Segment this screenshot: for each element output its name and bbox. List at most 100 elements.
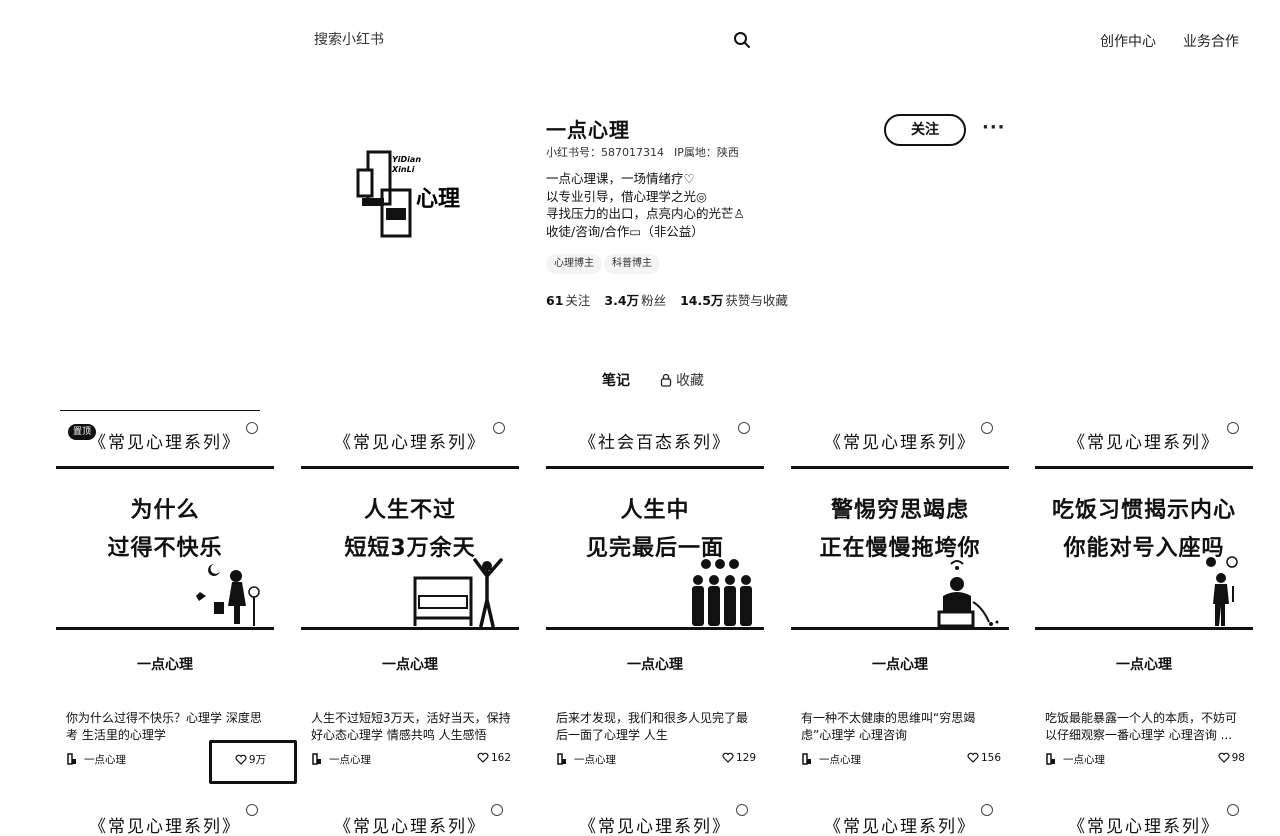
note-title[interactable]: 后来才发现，我们和很多人见完了最后一面了心理学 人生 bbox=[556, 710, 756, 744]
note-author-name: 一点心理 bbox=[819, 754, 861, 766]
author-avatar-icon bbox=[312, 753, 321, 765]
note-card[interactable]: 《常见心理系列》 bbox=[546, 790, 764, 836]
lock-icon bbox=[660, 373, 672, 387]
cover-series-title: 《常见心理系列》 bbox=[824, 817, 976, 836]
note-author[interactable]: 一点心理 bbox=[66, 752, 126, 767]
bio-line: 以专业引导，借心理学之光◎ bbox=[546, 188, 707, 204]
note-author[interactable]: 一点心理 bbox=[801, 752, 861, 767]
note-author[interactable]: 一点心理 bbox=[1045, 752, 1105, 767]
cover-headline-line: 为什么 bbox=[130, 498, 200, 523]
standing-person-illustration-icon bbox=[1206, 556, 1238, 626]
stat-fans-count[interactable]: 3.4万 bbox=[604, 293, 639, 308]
like-count: 156 bbox=[980, 752, 1001, 764]
person-illustration-icon bbox=[196, 564, 260, 626]
note-cover[interactable]: 《社会百态系列》 人生中 见完最后一面 一点心理 bbox=[546, 408, 764, 698]
like-count: 98 bbox=[1231, 752, 1245, 764]
nav-creator-center[interactable]: 创作中心 bbox=[1100, 31, 1156, 51]
circle-icon bbox=[493, 422, 505, 434]
cover-headline-line: 人生中 bbox=[620, 498, 690, 523]
note-author-name: 一点心理 bbox=[84, 754, 126, 766]
like-button[interactable]: 98 bbox=[1218, 752, 1245, 764]
stat-following-count[interactable]: 61 bbox=[546, 293, 563, 308]
cover-brand: 一点心理 bbox=[872, 657, 928, 673]
cover-divider bbox=[1035, 466, 1253, 469]
top-header: 创作中心 业务合作 bbox=[0, 0, 1280, 80]
follow-button[interactable]: 关注 bbox=[884, 114, 966, 146]
note-title[interactable]: 有一种不太健康的思维叫“穷思竭虑”心理学 心理咨询 bbox=[801, 710, 1001, 744]
like-button[interactable]: 129 bbox=[722, 752, 756, 764]
cover-headline-line: 警惕穷思竭虑 bbox=[830, 498, 969, 523]
cover-divider bbox=[56, 627, 274, 630]
note-card[interactable]: 《常见心理系列》 bbox=[791, 790, 1009, 836]
circle-icon bbox=[981, 422, 993, 434]
bio-line: 一点心理课，一场情绪疗♡ bbox=[546, 171, 695, 186]
circle-icon bbox=[491, 804, 503, 816]
like-button[interactable]: 156 bbox=[967, 752, 1001, 764]
heart-icon bbox=[1218, 752, 1230, 763]
note-footer: 一点心理 98 bbox=[1045, 752, 1245, 768]
bed-person-illustration-icon bbox=[413, 558, 503, 628]
cover-headline-line: 吃饭习惯揭示内心 bbox=[1051, 498, 1236, 523]
cover-brand: 一点心理 bbox=[382, 657, 438, 673]
note-title[interactable]: 你为什么过得不快乐？心理学 深度思考 生活里的心理学 bbox=[66, 710, 266, 744]
profile-meta: 小红书号：587017314 IP属地：陕西 bbox=[546, 144, 739, 160]
search-icon[interactable] bbox=[733, 31, 751, 49]
avatar: YiDian XinLi 心理 bbox=[354, 150, 472, 240]
circle-icon bbox=[736, 804, 748, 816]
search-input[interactable] bbox=[300, 22, 720, 58]
author-avatar-icon bbox=[1046, 753, 1055, 765]
cover-divider bbox=[546, 466, 764, 469]
note-cover[interactable]: 《常见心理系列》 吃饭习惯揭示内心 你能对号入座吗 一点心理 bbox=[1035, 408, 1253, 698]
cover-divider bbox=[791, 627, 1009, 630]
note-cover[interactable]: 《常见心理系列》 人生不过 短短3万余天 一点心理 bbox=[301, 408, 519, 698]
note-author-name: 一点心理 bbox=[574, 754, 616, 766]
nav-business-cooperation[interactable]: 业务合作 bbox=[1183, 31, 1239, 51]
note-author[interactable]: 一点心理 bbox=[556, 752, 616, 767]
heart-icon bbox=[722, 752, 734, 763]
note-author[interactable]: 一点心理 bbox=[311, 752, 371, 767]
cover-brand: 一点心理 bbox=[137, 657, 193, 673]
pinned-badge: 置顶 bbox=[68, 424, 97, 440]
circle-icon bbox=[246, 804, 258, 816]
author-avatar-icon bbox=[802, 753, 811, 765]
more-options-button[interactable]: ··· bbox=[982, 117, 1006, 138]
search-bar[interactable] bbox=[300, 22, 762, 58]
note-cover[interactable]: 《常见心理系列》 警惕穷思竭虑 正在慢慢拖垮你 一点心理 bbox=[791, 408, 1009, 698]
note-card[interactable]: 《常见心理系列》 bbox=[301, 790, 519, 836]
note-footer: 一点心理 162 bbox=[311, 752, 511, 768]
cover-series-title: 《常见心理系列》 bbox=[89, 817, 241, 836]
tab-notes[interactable]: 笔记 bbox=[602, 370, 630, 390]
avatar-text-xinli: XinLi bbox=[391, 165, 415, 174]
note-footer: 一点心理 129 bbox=[556, 752, 756, 768]
note-title[interactable]: 吃饭最能暴露一个人的本质，不妨可以仔细观察一番心理学 心理咨询 ... bbox=[1045, 710, 1245, 744]
note-card[interactable]: 《常见心理系列》 置顶 为什么 过得不快乐 一点心理 你为什么过得不快乐？心理学… bbox=[56, 408, 274, 770]
cover-series-title: 《社会百态系列》 bbox=[579, 433, 731, 453]
note-cover[interactable]: 《常见心理系列》 置顶 为什么 过得不快乐 一点心理 bbox=[56, 408, 274, 698]
circle-icon bbox=[1227, 804, 1239, 816]
thinking-person-illustration-icon bbox=[937, 560, 999, 628]
note-card[interactable]: 《社会百态系列》 人生中 见完最后一面 一点心理 后来才发现，我们和很多人见完了… bbox=[546, 408, 764, 770]
highlight-box bbox=[209, 740, 297, 784]
heart-icon bbox=[477, 752, 489, 763]
profile-ip: IP属地：陕西 bbox=[674, 146, 739, 159]
stat-likes-label: 获赞与收藏 bbox=[725, 293, 788, 308]
like-button[interactable]: 162 bbox=[477, 752, 511, 764]
cover-series-title: 《常见心理系列》 bbox=[579, 817, 731, 836]
note-card[interactable]: 《常见心理系列》 警惕穷思竭虑 正在慢慢拖垮你 一点心理 有一种不太健康的思维叫… bbox=[791, 408, 1009, 770]
author-avatar-icon bbox=[67, 753, 76, 765]
note-author-name: 一点心理 bbox=[1063, 754, 1105, 766]
note-title[interactable]: 人生不过短短3万天，活好当天，保持好心态心理学 情感共鸣 人生感悟 bbox=[311, 710, 511, 744]
like-count: 162 bbox=[490, 752, 511, 764]
note-card[interactable]: 《常见心理系列》 bbox=[1035, 790, 1253, 836]
note-card[interactable]: 《常见心理系列》 bbox=[56, 790, 274, 836]
profile-bio: 一点心理课，一场情绪疗♡ 以专业引导，借心理学之光◎ 寻找压力的出口，点亮内心的… bbox=[546, 170, 745, 240]
group-illustration-icon bbox=[692, 559, 752, 626]
note-footer: 一点心理 156 bbox=[801, 752, 1001, 768]
tab-collections[interactable]: 收藏 bbox=[660, 370, 704, 390]
note-card[interactable]: 《常见心理系列》 人生不过 短短3万余天 一点心理 人生不过短短3万天，活好当天… bbox=[301, 408, 519, 770]
note-author-name: 一点心理 bbox=[329, 754, 371, 766]
circle-icon bbox=[738, 422, 750, 434]
note-card[interactable]: 《常见心理系列》 吃饭习惯揭示内心 你能对号入座吗 一点心理 吃饭最能暴露一个人… bbox=[1035, 408, 1253, 770]
cover-series-title: 《常见心理系列》 bbox=[824, 433, 976, 453]
bio-line: 寻找压力的出口，点亮内心的光芒♙ bbox=[546, 206, 745, 221]
